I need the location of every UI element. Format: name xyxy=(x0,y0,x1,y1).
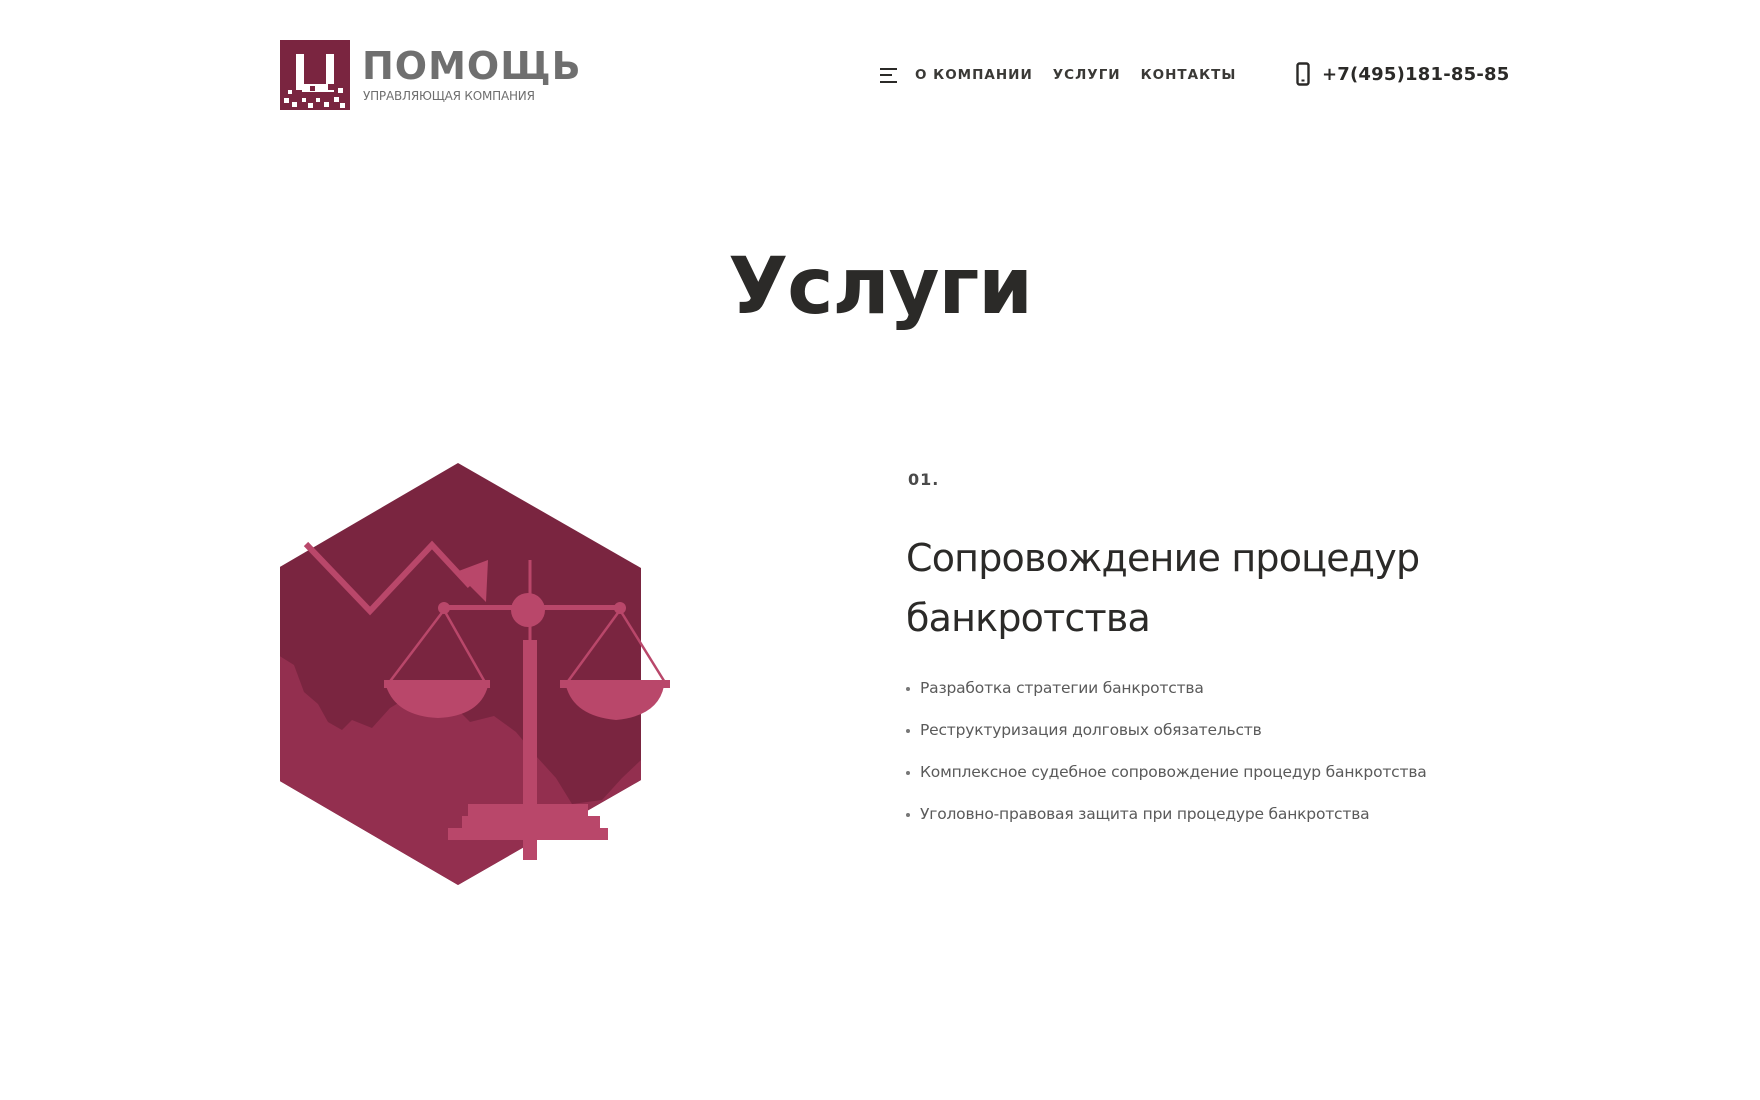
scales-of-justice-icon xyxy=(280,463,670,885)
phone-contact[interactable]: +7(495)181-85-85 xyxy=(1296,62,1509,86)
nav-link-contacts[interactable]: КОНТАКТЫ xyxy=(1141,67,1237,83)
service-number: 01. xyxy=(908,470,940,489)
phone-number[interactable]: +7(495)181-85-85 xyxy=(1322,64,1509,85)
logo-name: ПОМОЩЬ xyxy=(362,44,582,88)
logo-tagline: УПРАВЛЯЮЩАЯ КОМПАНИЯ xyxy=(363,89,535,103)
nav-link-about[interactable]: О КОМПАНИИ xyxy=(915,67,1033,83)
mobile-phone-icon xyxy=(1296,62,1310,86)
logo-mark-icon xyxy=(280,40,350,110)
list-item: Разработка стратегии банкротства xyxy=(906,676,1427,718)
service-list: Разработка стратегии банкротства Реструк… xyxy=(906,676,1427,844)
list-item: Реструктуризация долговых обязательств xyxy=(906,718,1427,760)
hamburger-icon[interactable] xyxy=(880,67,898,84)
logo-link[interactable]: ПОМОЩЬ УПРАВЛЯЮЩАЯ КОМПАНИЯ xyxy=(280,40,581,112)
site-header: ПОМОЩЬ УПРАВЛЯЮЩАЯ КОМПАНИЯ О КОМПАНИИ У… xyxy=(0,0,1760,150)
list-item: Комплексное судебное сопровождение проце… xyxy=(906,760,1427,802)
page-title: Услуги xyxy=(728,242,1033,332)
list-item: Уголовно-правовая защита при процедуре б… xyxy=(906,802,1427,844)
service-title: Сопровождение процедур банкротства xyxy=(906,536,1420,640)
nav-link-services[interactable]: УСЛУГИ xyxy=(1053,67,1121,83)
main-nav: О КОМПАНИИ УСЛУГИ КОНТАКТЫ xyxy=(880,64,1256,86)
